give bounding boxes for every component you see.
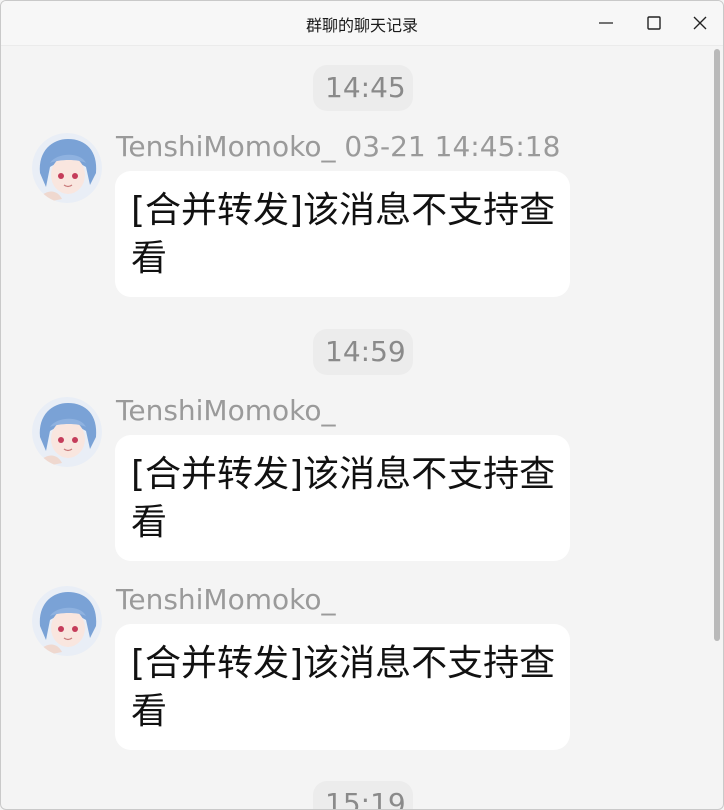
message-text: [合并转发]该消息不支持查看 [131,190,556,279]
scrollbar-thumb[interactable] [714,49,720,641]
chat-history-window: 群聊的聊天记录 14:45 TenshiMomoko_ 03-21 14:45:… [0,0,724,810]
minimize-button[interactable] [583,1,629,45]
avatar-image [32,586,102,656]
avatar-image [32,133,102,203]
sender-name: TenshiMomoko_ [116,394,336,427]
avatar[interactable] [32,586,102,656]
message-text: [合并转发]该消息不支持查看 [131,643,556,732]
message-bubble[interactable]: [合并转发]该消息不支持查看 [115,435,570,561]
minimize-icon [599,22,613,24]
time-separator: 15:19 [313,781,413,809]
sender-name: TenshiMomoko_ 03-21 14:45:18 [116,130,561,163]
time-separator: 14:59 [313,329,413,375]
close-icon [693,16,707,30]
avatar[interactable] [32,397,102,467]
maximize-icon [647,16,661,30]
maximize-button[interactable] [631,1,677,45]
message-bubble[interactable]: [合并转发]该消息不支持查看 [115,624,570,750]
sender-name: TenshiMomoko_ [116,583,336,616]
avatar-image [32,397,102,467]
avatar[interactable] [32,133,102,203]
title-bar[interactable]: 群聊的聊天记录 [1,1,723,46]
message-bubble[interactable]: [合并转发]该消息不支持查看 [115,171,570,297]
time-separator: 14:45 [313,65,413,111]
message-text: [合并转发]该消息不支持查看 [131,454,556,543]
message-list[interactable]: 14:45 TenshiMomoko_ 03-21 14:45:18 [合并转发… [1,46,711,809]
close-button[interactable] [677,1,723,45]
